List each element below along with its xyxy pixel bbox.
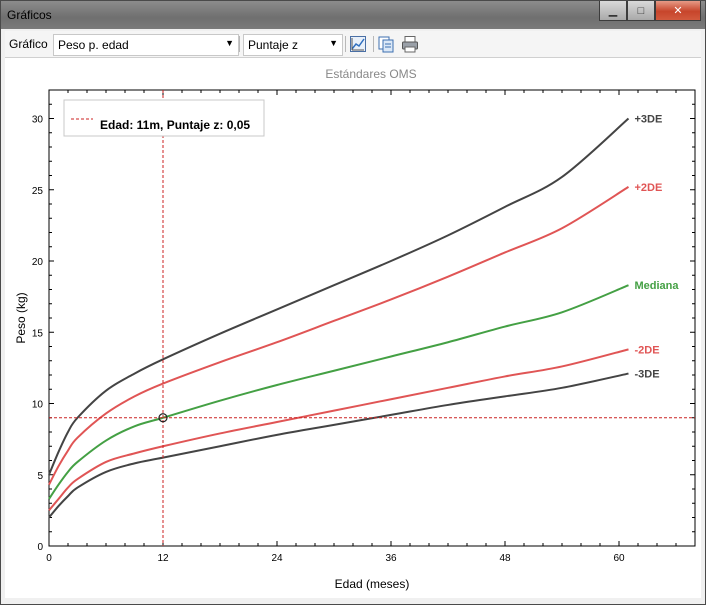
series-label: -3DE [635, 369, 660, 381]
copy-icon[interactable] [377, 35, 395, 53]
series-line-plusminus-2de [48, 186, 630, 486]
scale-value: Puntaje z [248, 38, 299, 52]
series-label: +2DE [635, 182, 663, 194]
chevron-down-icon: ▼ [329, 38, 338, 48]
graficos-window: Gráficos ▁ □ ✕ Gráfico Peso p. edad ▼ Pu… [0, 0, 706, 605]
chevron-down-icon: ▼ [225, 38, 234, 48]
series-label: +3DE [635, 114, 663, 126]
crosshair [49, 90, 695, 546]
x-tick-label: 12 [157, 553, 169, 564]
y-tick-label: 15 [32, 328, 44, 339]
print-icon[interactable] [401, 35, 419, 53]
y-tick-label: 30 [32, 115, 44, 126]
maximize-button[interactable]: □ [627, 1, 655, 21]
axes: 0 5 10 15 20 25 30 0 12 24 36 48 60 [32, 89, 696, 564]
growth-chart: Estándares OMS 0 5 10 15 20 25 30 0 12 24 36 48 60 +… [14, 67, 696, 591]
scale-select[interactable]: Puntaje z ▼ [243, 34, 343, 56]
series-group: +3DE +2DE Mediana -2DE -3DE [48, 114, 680, 519]
chart-label: Gráfico [9, 37, 48, 51]
y-tick-label: 25 [32, 186, 44, 197]
chart-settings-icon[interactable] [349, 35, 367, 53]
x-tick-label: 48 [499, 553, 511, 564]
chart-type-select[interactable]: Peso p. edad ▼ [53, 34, 239, 56]
toolbar-divider [345, 36, 346, 52]
series-label: -2DE [635, 344, 660, 356]
toolbar-divider [239, 36, 240, 52]
toolbar: Gráfico Peso p. edad ▼ Puntaje z ▼ [5, 31, 701, 58]
window-controls: ▁ □ ✕ [599, 1, 701, 21]
legend: Edad: 11m, Puntaje z: 0,05 [63, 99, 265, 137]
series-line-plusminus-3de [48, 117, 630, 476]
x-tick-label: 24 [271, 553, 283, 564]
y-tick-label: 10 [32, 400, 44, 411]
chart-type-value: Peso p. edad [58, 38, 129, 52]
chart-panel: Estándares OMS 0 5 10 15 20 25 30 0 12 24 36 48 60 +… [5, 58, 701, 598]
y-tick-label: 0 [37, 542, 43, 553]
title-bar[interactable]: Gráficos ▁ □ ✕ [1, 1, 705, 29]
chart-title: Estándares OMS [325, 67, 416, 81]
minimize-button[interactable]: ▁ [599, 1, 627, 21]
x-tick-label: 60 [613, 553, 625, 564]
y-tick-label: 20 [32, 257, 44, 268]
toolbar-divider [373, 36, 374, 52]
window-title: Gráficos [7, 8, 52, 22]
x-tick-label: 0 [46, 553, 52, 564]
x-tick-label: 36 [385, 553, 397, 564]
y-tick-label: 5 [37, 471, 43, 482]
y-axis-label: Peso (kg) [14, 292, 28, 343]
series-label: Mediana [635, 280, 680, 292]
legend-text: Edad: 11m, Puntaje z: 0,05 [100, 118, 250, 132]
plot-area [48, 89, 696, 547]
x-axis-label: Edad (meses) [335, 577, 410, 591]
close-button[interactable]: ✕ [655, 1, 701, 21]
